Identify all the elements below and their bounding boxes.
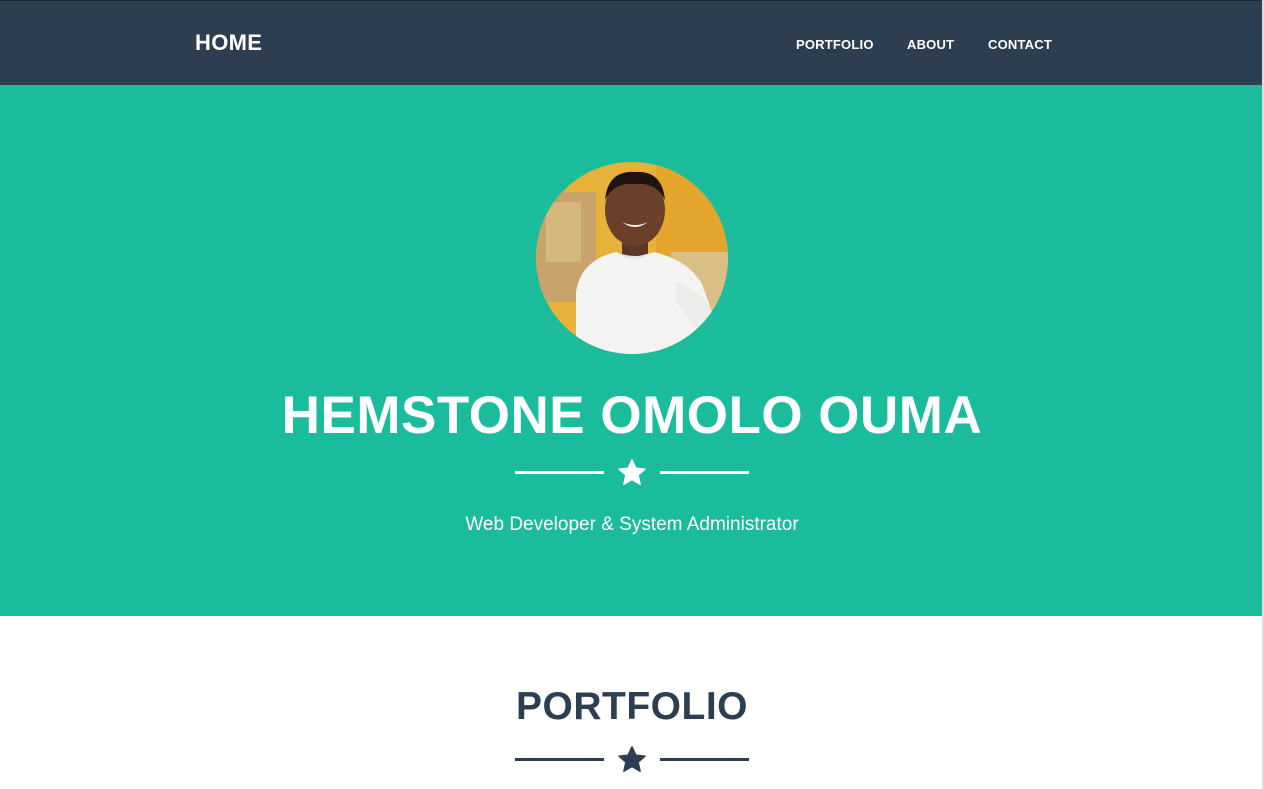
hero-name: HEMSTONE OMOLO OUMA (281, 386, 983, 445)
portfolio-heading: PORTFOLIO (516, 685, 748, 728)
nav-links: PORTFOLIO ABOUT CONTACT (0, 37, 1264, 57)
portfolio-section: PORTFOLIO (0, 616, 1264, 789)
divider-line-left (515, 758, 604, 761)
portfolio-divider (515, 745, 749, 775)
star-icon (618, 746, 646, 772)
divider-line-right (660, 471, 749, 474)
nav-link-portfolio[interactable]: PORTFOLIO (796, 37, 874, 52)
avatar (536, 162, 728, 354)
navbar: HOME PORTFOLIO ABOUT CONTACT (0, 0, 1264, 85)
star-icon (618, 459, 646, 485)
divider-line-left (515, 471, 604, 474)
nav-link-about[interactable]: ABOUT (907, 37, 954, 52)
hero-divider (515, 458, 749, 488)
masthead: HEMSTONE OMOLO OUMA Web Developer & Syst… (0, 85, 1264, 616)
profile-photo (536, 162, 728, 354)
hero-subtitle: Web Developer & System Administrator (465, 514, 799, 535)
divider-line-right (660, 758, 749, 761)
nav-link-contact[interactable]: CONTACT (988, 37, 1052, 52)
